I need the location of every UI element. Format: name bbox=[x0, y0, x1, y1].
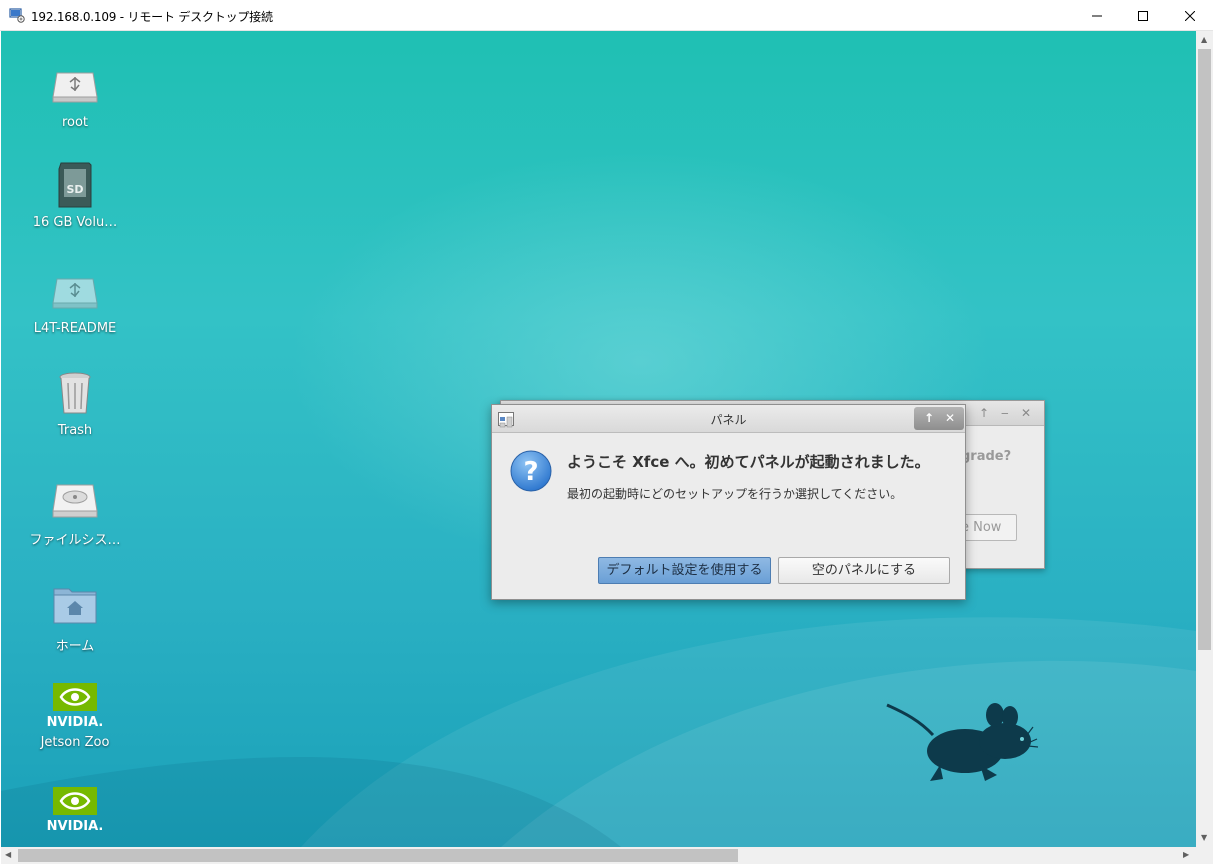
close-icon bbox=[1185, 10, 1195, 21]
sd-card-icon: SD bbox=[58, 162, 92, 208]
desktop-icon-l4t-readme[interactable]: L4T-README bbox=[20, 267, 130, 336]
nvidia-brand-text: NVIDIA. bbox=[47, 715, 104, 729]
up-arrow-icon[interactable]: ↑ bbox=[979, 406, 989, 420]
scroll-corner bbox=[1196, 847, 1213, 864]
minimize-icon bbox=[1092, 15, 1102, 16]
desktop-icon-label: ホーム bbox=[55, 639, 95, 654]
remote-desktop-icon bbox=[9, 8, 25, 23]
scroll-left-icon[interactable]: ◀ bbox=[5, 851, 11, 859]
desktop-icon-label: 16 GB Volu… bbox=[32, 215, 118, 230]
desktop-icon-label: L4T-README bbox=[33, 321, 117, 336]
desktop-icon-filesystem[interactable]: ファイルシス… bbox=[20, 475, 130, 548]
horizontal-scrollbar[interactable]: ◀ ▶ bbox=[1, 847, 1196, 864]
nvidia-icon: NVIDIA. bbox=[47, 683, 104, 730]
dialog-titlebar-buttons: ↑ ✕ bbox=[914, 407, 964, 430]
dialog-title: パネル bbox=[710, 413, 747, 427]
desktop-icon-label: Trash bbox=[57, 423, 93, 438]
maximize-icon bbox=[1138, 10, 1148, 21]
horizontal-scroll-thumb[interactable] bbox=[18, 849, 738, 862]
desktop-icon-label: root bbox=[61, 115, 89, 130]
window-title: 192.168.0.109 - リモート デスクトップ接続 bbox=[31, 10, 273, 24]
usb-drive-icon bbox=[52, 278, 98, 309]
close-icon[interactable]: ✕ bbox=[1021, 406, 1031, 420]
rdp-titlebar: 192.168.0.109 - リモート デスクトップ接続 bbox=[0, 0, 1213, 31]
dialog-heading: ようこそ Xfce へ。初めてパネルが起動されました。 bbox=[567, 453, 930, 471]
nvidia-brand-text: NVIDIA. bbox=[47, 819, 104, 833]
empty-panel-button[interactable]: 空のパネルにする bbox=[778, 557, 950, 584]
dialog-message: 最初の起動時にどのセットアップを行うか選択してください。 bbox=[567, 487, 903, 501]
use-default-config-button[interactable]: デフォルト設定を使用する bbox=[598, 557, 771, 584]
desktop-icon-trash[interactable]: Trash bbox=[20, 369, 130, 438]
svg-text:SD: SD bbox=[66, 183, 83, 196]
nvidia-icon: NVIDIA. bbox=[47, 787, 104, 834]
panel-welcome-dialog: パネル ↑ ✕ ? ようこそ Xfce へ。初めてパネルが起動されました。 最初… bbox=[491, 404, 966, 600]
trash-icon bbox=[59, 372, 91, 414]
scroll-down-icon[interactable]: ▼ bbox=[1201, 834, 1207, 842]
close-icon[interactable]: ✕ bbox=[940, 410, 960, 426]
minimize-button[interactable] bbox=[1074, 0, 1120, 31]
desktop-icon-home[interactable]: ホーム bbox=[20, 581, 130, 654]
home-folder-icon bbox=[53, 588, 97, 624]
vertical-scrollbar[interactable]: ▲ ▼ bbox=[1196, 31, 1213, 847]
vertical-scroll-thumb[interactable] bbox=[1198, 49, 1211, 650]
background-dialog-text: grade? bbox=[961, 449, 1012, 464]
remote-desktop-viewport[interactable]: root SD 16 GB Volu… L4T-README Trash ファイ… bbox=[1, 31, 1196, 847]
desktop-icon-label: ファイルシス… bbox=[29, 533, 121, 548]
hard-drive-icon bbox=[52, 484, 98, 518]
question-icon: ? bbox=[510, 450, 552, 492]
desktop-icon-root[interactable]: root bbox=[20, 61, 130, 130]
minimize-icon[interactable]: ‒ bbox=[1001, 406, 1009, 420]
dialog-titlebar[interactable]: パネル ↑ ✕ bbox=[492, 405, 965, 433]
desktop-icon-label: Jetson Zoo bbox=[40, 735, 110, 750]
maximize-button[interactable] bbox=[1120, 0, 1166, 31]
scroll-right-icon[interactable]: ▶ bbox=[1183, 851, 1189, 859]
desktop-icon-sd-volume[interactable]: SD 16 GB Volu… bbox=[20, 161, 130, 230]
scroll-up-icon[interactable]: ▲ bbox=[1201, 36, 1207, 44]
usb-drive-icon bbox=[52, 72, 98, 103]
close-button[interactable] bbox=[1167, 0, 1213, 31]
svg-text:?: ? bbox=[523, 457, 538, 487]
desktop-icon-nvidia[interactable]: NVIDIA. bbox=[20, 787, 130, 837]
xfce-mouse-logo-icon bbox=[886, 703, 1039, 781]
desktop-icon-jetson-zoo[interactable]: NVIDIA. Jetson Zoo bbox=[20, 683, 130, 750]
shade-up-icon[interactable]: ↑ bbox=[919, 410, 939, 426]
